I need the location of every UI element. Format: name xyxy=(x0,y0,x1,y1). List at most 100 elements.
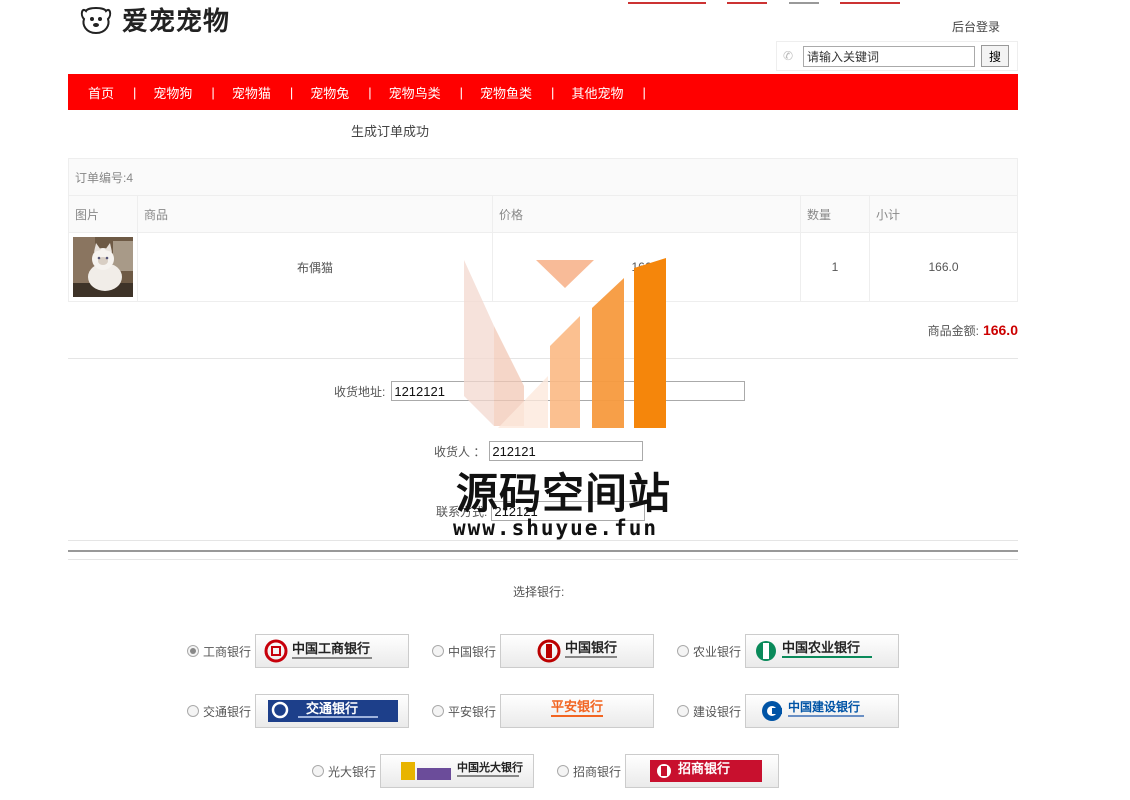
total-value: 166.0 xyxy=(982,322,1018,338)
watermark-title: 源码空间站 xyxy=(456,469,672,518)
header-image: 图片 xyxy=(68,195,138,233)
boc-logo-icon: 中国银行 xyxy=(537,639,617,663)
bank-name: 交通银行 xyxy=(203,704,252,719)
cmb-logo-text: 招商银行 xyxy=(678,761,730,777)
bank-radio-boc[interactable] xyxy=(432,645,444,657)
nav-item-cat[interactable]: 宠物猫 xyxy=(232,83,271,102)
nav-separator: | xyxy=(133,84,137,100)
header-quantity: 数量 xyxy=(800,195,870,233)
bank-radio-cmb[interactable] xyxy=(557,765,569,777)
bank-radio-ccb[interactable] xyxy=(677,705,689,717)
header-product: 商品 xyxy=(137,195,493,233)
order-table: 订单编号:4 图片 商品 价格 数量 小计 布偶猫 166.0 1 166.0 xyxy=(68,158,1018,302)
ceb-logo-text: 中国光大银行 xyxy=(457,760,523,774)
bank-option-boc: 中国银行 中国银行 xyxy=(432,634,655,668)
top-link-cut[interactable] xyxy=(840,2,901,4)
nav-separator: | xyxy=(211,84,215,100)
cmb-logo[interactable]: 招商银行 xyxy=(625,754,780,788)
product-subtotal: 166.0 xyxy=(869,232,1018,302)
abc-logo-icon: 中国农业银行 xyxy=(756,640,873,661)
product-price: 166.0 xyxy=(492,232,801,302)
bank-radio-pingan[interactable] xyxy=(432,705,444,717)
bank-radio-ceb[interactable] xyxy=(312,765,324,777)
boc-logo[interactable]: 中国银行 xyxy=(500,634,655,668)
nav-item-rabbit[interactable]: 宠物兔 xyxy=(310,83,349,102)
bank-name: 工商银行 xyxy=(203,644,252,659)
top-link-cut[interactable] xyxy=(788,2,819,4)
receiver-input[interactable] xyxy=(489,441,644,461)
top-link-cut[interactable] xyxy=(628,2,706,4)
total-label: 商品金额: xyxy=(927,324,979,338)
bocom-logo[interactable]: 交通银行 xyxy=(255,694,410,728)
order-success-message: 生成订单成功 xyxy=(351,124,430,139)
abc-logo-text: 中国农业银行 xyxy=(782,640,860,656)
phone-icon: ✆ xyxy=(783,49,794,63)
bank-option-cmb: 招商银行 招商银行 xyxy=(557,754,780,788)
nav-item-home[interactable]: 首页 xyxy=(88,83,114,102)
bank-option-pingan: 平安银行 平安银行 xyxy=(432,694,655,728)
bank-radio-bocom[interactable] xyxy=(187,705,199,717)
icbc-logo[interactable]: 中国工商银行 xyxy=(255,634,410,668)
address-input[interactable] xyxy=(391,381,746,401)
search-button[interactable]: 搜 xyxy=(981,45,1009,67)
ragdoll-cat-image[interactable] xyxy=(73,237,133,297)
bank-radio-icbc[interactable] xyxy=(187,645,199,657)
order-number-row: 订单编号:4 xyxy=(68,158,1018,196)
product-quantity: 1 xyxy=(800,232,870,302)
bank-name: 农业银行 xyxy=(693,644,742,659)
order-number: 订单编号:4 xyxy=(68,158,1018,196)
bank-option-bocom: 交通银行 交通银行 xyxy=(187,694,410,728)
nav-item-bird[interactable]: 宠物鸟类 xyxy=(389,83,441,102)
cmb-logo-icon: 招商银行 xyxy=(650,760,763,782)
divider xyxy=(68,550,1018,552)
bank-radio-abc[interactable] xyxy=(677,645,689,657)
nav-separator: | xyxy=(459,84,464,100)
ceb-logo-icon: 中国光大银行 xyxy=(401,760,523,780)
bank-name: 平安银行 xyxy=(448,704,497,719)
address-label: 收货地址: xyxy=(334,384,386,399)
bank-name: 建设银行 xyxy=(693,704,742,719)
bocom-logo-text: 交通银行 xyxy=(306,701,358,717)
search-box: ✆ 搜 xyxy=(776,41,1018,71)
ceb-logo[interactable]: 中国光大银行 xyxy=(380,754,535,788)
nav-separator: | xyxy=(289,84,294,100)
address-row: 收货地址: xyxy=(334,381,746,401)
table-row: 布偶猫 166.0 1 166.0 xyxy=(68,232,1018,302)
watermark-url: www.shuyue.fun xyxy=(453,516,659,540)
header-subtotal: 小计 xyxy=(869,195,1018,233)
admin-login-link[interactable]: 后台登录 xyxy=(952,18,1000,35)
divider xyxy=(68,559,1018,560)
top-links xyxy=(628,0,988,4)
boc-logo-text: 中国银行 xyxy=(565,640,617,656)
dog-logo-icon xyxy=(80,7,112,35)
bocom-logo-icon: 交通银行 xyxy=(268,700,399,722)
receiver-label: 收货人 ： xyxy=(434,444,486,459)
search-input[interactable] xyxy=(803,45,975,67)
nav-item-other[interactable]: 其他宠物 xyxy=(571,83,623,102)
ccb-logo[interactable]: 中国建设银行 xyxy=(745,694,900,728)
site-logo[interactable]: 爱宠宠物 xyxy=(78,0,230,38)
bank-option-icbc: 工商银行 中国工商银行 xyxy=(187,634,410,668)
table-header-row: 图片 商品 价格 数量 小计 xyxy=(68,195,1018,233)
ccb-logo-text: 中国建设银行 xyxy=(788,699,860,714)
nav-separator: | xyxy=(368,84,372,100)
receiver-row: 收货人 ： xyxy=(434,441,644,461)
main-nav: 首页 | 宠物狗 | 宠物猫 | 宠物兔 | 宠物鸟类 | 宠物鱼类 | 其他宠物 | xyxy=(68,74,1018,110)
bank-option-ceb: 光大银行 中国光大银行 xyxy=(312,754,535,788)
nav-item-dog[interactable]: 宠物狗 xyxy=(153,83,192,102)
pingan-logo[interactable]: 平安银行 xyxy=(500,694,655,728)
order-total: 商品金额: 166.0 xyxy=(928,322,1018,339)
icbc-logo-icon: 中国工商银行 xyxy=(264,639,373,663)
bank-option-ccb: 建设银行 中国建设银行 xyxy=(677,694,900,728)
pingan-logo-icon: 平安银行 xyxy=(551,699,603,717)
abc-logo[interactable]: 中国农业银行 xyxy=(745,634,900,668)
bank-select-label: 选择银行: xyxy=(513,585,565,599)
bank-name: 招商银行 xyxy=(573,764,622,779)
icbc-logo-text: 中国工商银行 xyxy=(292,641,370,657)
ccb-logo-icon: 中国建设银行 xyxy=(762,699,865,721)
top-link-cut[interactable] xyxy=(727,2,768,4)
bank-name: 光大银行 xyxy=(328,764,377,779)
header-price: 价格 xyxy=(492,195,801,233)
product-name: 布偶猫 xyxy=(137,232,493,302)
nav-item-fish[interactable]: 宠物鱼类 xyxy=(480,83,532,102)
